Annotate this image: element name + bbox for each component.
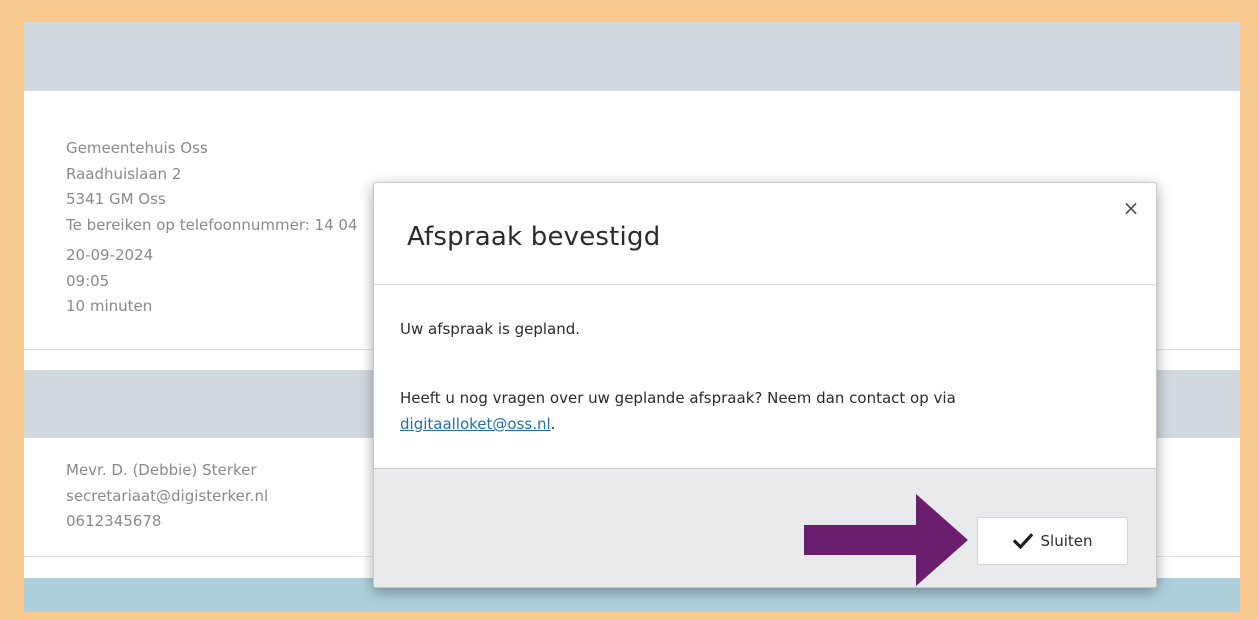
appointment-duration: 10 minuten [66,297,153,315]
contact-phone: 0612345678 [66,512,162,530]
location-phone: Te bereiken op telefoonnummer: 14 04 [66,215,358,234]
dialog-title: Afspraak bevestigd [407,222,661,252]
dialog-header: Afspraak bevestigd × [374,183,1156,285]
dialog-body: Uw afspraak is gepland. Heeft u nog vrag… [374,285,1156,467]
confirmation-message: Uw afspraak is gepland. [400,320,581,338]
close-button-label: Sluiten [1040,532,1093,550]
header-band [24,22,1240,91]
contact-name: Mevr. D. (Debbie) Sterker [66,461,257,479]
appointment-date: 20-09-2024 [66,246,154,264]
pointer-arrow-icon [804,494,968,586]
question-text: Heeft u nog vragen over uw geplande afsp… [400,389,956,407]
location-details: Gemeentehuis Oss Raadhuislaan 2 5341 GM … [66,136,358,320]
dialog-footer: Sluiten [374,468,1156,587]
appointment-time: 09:05 [66,271,110,290]
contact-question: Heeft u nog vragen over uw geplande afsp… [400,385,1120,437]
contact-email: secretariaat@digisterker.nl [66,486,269,505]
location-street: Raadhuislaan 2 [66,164,182,183]
email-link[interactable]: digitaalloket@oss.nl [400,415,551,433]
close-icon[interactable]: × [1120,197,1142,219]
confirmation-dialog: Afspraak bevestigd × Uw afspraak is gepl… [373,182,1157,588]
location-name: Gemeentehuis Oss [66,139,208,157]
period: . [550,415,556,433]
location-postal-city: 5341 GM Oss [66,190,166,208]
close-button[interactable]: Sluiten [977,517,1128,565]
checkmark-icon [1012,533,1033,550]
contact-details: Mevr. D. (Debbie) Sterker secretariaat@d… [66,458,268,535]
